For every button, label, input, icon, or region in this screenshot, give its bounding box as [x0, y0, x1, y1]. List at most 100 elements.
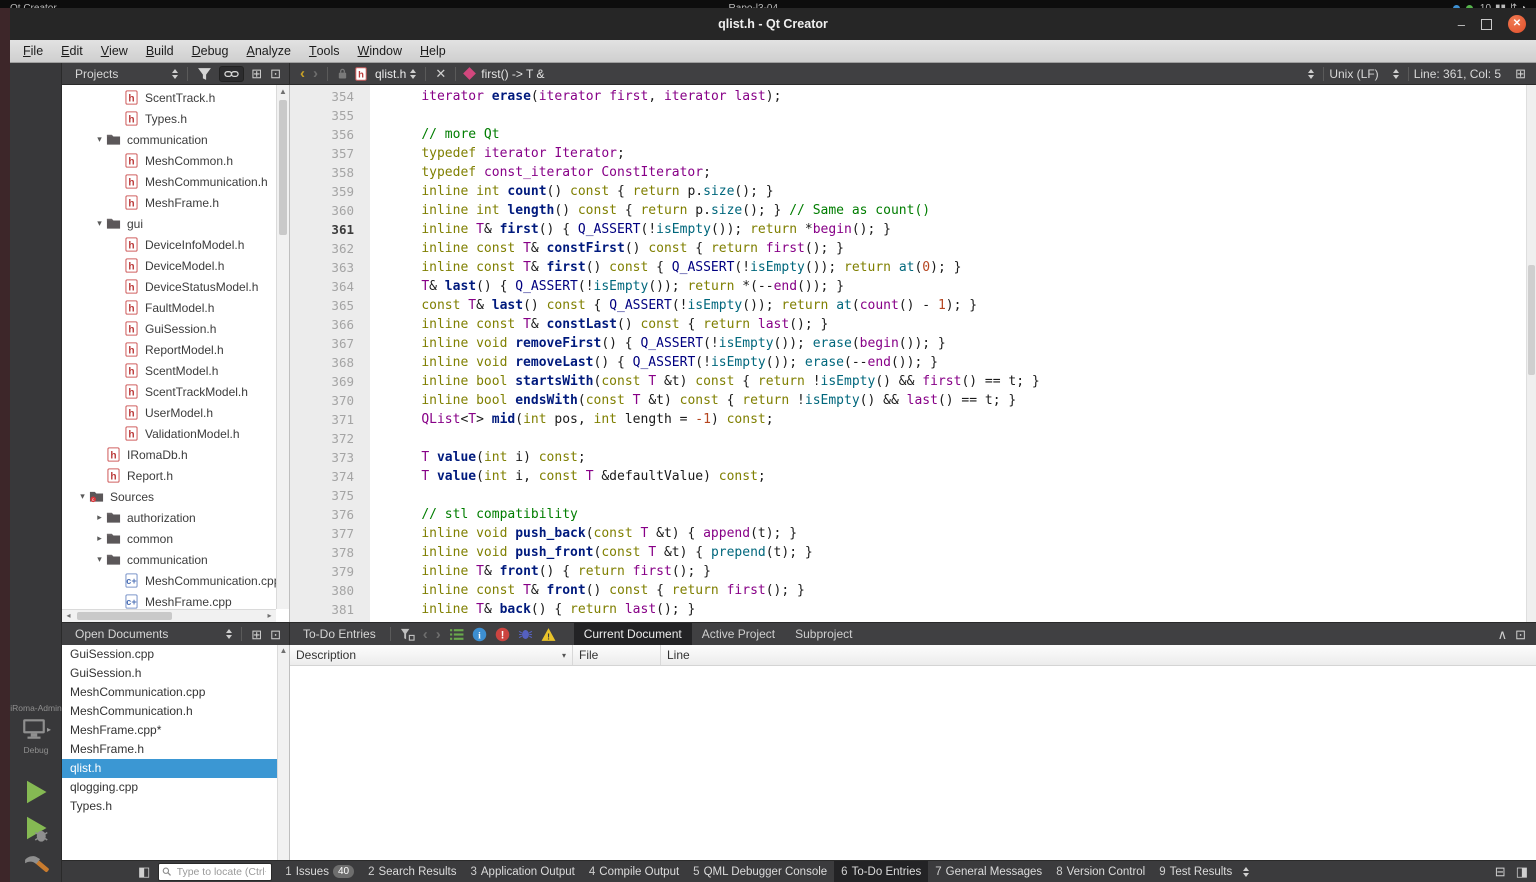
- code-text-area[interactable]: iterator erase(iterator first, iterator …: [370, 85, 1526, 622]
- line-number[interactable]: 381: [290, 600, 370, 619]
- tree-item[interactable]: ▾gui: [62, 213, 276, 234]
- code-line[interactable]: inline void push_front(const T &t) { pre…: [390, 543, 1526, 562]
- minimize-button[interactable]: –: [1458, 18, 1465, 31]
- todo-tab-current-document[interactable]: Current Document: [574, 623, 692, 645]
- code-line[interactable]: const T& last() const { Q_ASSERT(!isEmpt…: [390, 296, 1526, 315]
- tree-item[interactable]: ▾Sources: [62, 486, 276, 507]
- open-docs-close-icon[interactable]: ⊡: [270, 628, 281, 641]
- code-line[interactable]: inline int length() const { return p.siz…: [390, 201, 1526, 220]
- line-number[interactable]: 366: [290, 315, 370, 334]
- tree-item[interactable]: MeshFrame.h: [62, 192, 276, 213]
- toggle-bottom-panel-icon[interactable]: ⊟: [1495, 864, 1506, 880]
- tree-item[interactable]: ScentTrackModel.h: [62, 381, 276, 402]
- tree-item[interactable]: DeviceModel.h: [62, 255, 276, 276]
- todo-list-icon[interactable]: [449, 627, 464, 642]
- output-pane-application-output[interactable]: 3Application Output: [463, 861, 581, 882]
- cursor-position[interactable]: Line: 361, Col: 5: [1414, 67, 1501, 81]
- code-line[interactable]: inline T& front() { return first(); }: [390, 562, 1526, 581]
- output-pane-compile-output[interactable]: 4Compile Output: [582, 861, 686, 882]
- line-number[interactable]: 356: [290, 125, 370, 144]
- debug-run-button[interactable]: [21, 813, 51, 843]
- code-line[interactable]: inline void removeLast() { Q_ASSERT(!isE…: [390, 353, 1526, 372]
- column-file[interactable]: File: [573, 645, 661, 665]
- code-line[interactable]: inline int count() const { return p.size…: [390, 182, 1526, 201]
- close-document-icon[interactable]: ✕: [435, 67, 446, 80]
- scroll-right-icon[interactable]: ▸: [263, 610, 276, 622]
- build-button[interactable]: [21, 851, 51, 881]
- line-number[interactable]: 370: [290, 391, 370, 410]
- tree-item[interactable]: DeviceStatusModel.h: [62, 276, 276, 297]
- code-line[interactable]: // more Qt: [390, 125, 1526, 144]
- kit-selector-button[interactable]: ▸: [10, 717, 62, 741]
- line-number[interactable]: 365: [290, 296, 370, 315]
- tree-vertical-scrollbar[interactable]: ▲: [276, 85, 289, 609]
- line-number[interactable]: 359: [290, 182, 370, 201]
- menu-file[interactable]: File: [14, 40, 52, 62]
- tree-item[interactable]: ▾communication: [62, 129, 276, 150]
- line-number[interactable]: 378: [290, 543, 370, 562]
- tree-item[interactable]: ReportModel.h: [62, 339, 276, 360]
- open-document-row[interactable]: qlist.h: [62, 759, 289, 778]
- close-button[interactable]: ✕: [1508, 15, 1526, 33]
- tree-item[interactable]: DeviceInfoModel.h: [62, 234, 276, 255]
- code-line[interactable]: T value(int i, const T &defaultValue) co…: [390, 467, 1526, 486]
- menu-build[interactable]: Build: [137, 40, 183, 62]
- menu-debug[interactable]: Debug: [183, 40, 238, 62]
- tree-item[interactable]: Report.h: [62, 465, 276, 486]
- run-button[interactable]: [21, 777, 51, 807]
- tree-item[interactable]: ScentModel.h: [62, 360, 276, 381]
- todo-prev-icon[interactable]: ‹: [423, 627, 428, 642]
- code-line[interactable]: inline void removeFirst() { Q_ASSERT(!is…: [390, 334, 1526, 353]
- line-number[interactable]: 357: [290, 144, 370, 163]
- bug-filter-icon[interactable]: [518, 627, 533, 642]
- line-number[interactable]: 362: [290, 239, 370, 258]
- tree-item[interactable]: ▸authorization: [62, 507, 276, 528]
- go-forward-icon[interactable]: ›: [313, 66, 318, 81]
- line-number[interactable]: 374: [290, 467, 370, 486]
- code-line[interactable]: T value(int i) const;: [390, 448, 1526, 467]
- tree-item[interactable]: ScentTrack.h: [62, 87, 276, 108]
- output-pane-search-results[interactable]: 2Search Results: [361, 861, 463, 882]
- panel-selector-combo-icon[interactable]: [172, 69, 178, 79]
- sort-filter-icon[interactable]: [400, 627, 415, 642]
- expand-arrow-icon[interactable]: ▾: [76, 491, 89, 502]
- code-line[interactable]: inline const T& constLast() const { retu…: [390, 315, 1526, 334]
- line-number-gutter[interactable]: 3543553563573583593603613623633643653663…: [290, 85, 370, 622]
- tree-scrollbar-thumb[interactable]: [279, 100, 287, 235]
- open-docs-split-icon[interactable]: ⊞: [251, 628, 262, 641]
- line-number[interactable]: 364: [290, 277, 370, 296]
- locator-input[interactable]: [175, 865, 269, 879]
- line-number[interactable]: 375: [290, 486, 370, 505]
- expand-arrow-icon[interactable]: ▾: [93, 554, 106, 565]
- error-filter-icon[interactable]: [495, 627, 510, 642]
- output-pane-to-do-entries[interactable]: 6To-Do Entries: [834, 861, 928, 882]
- split-panel-icon[interactable]: ⊞: [251, 67, 262, 80]
- todo-tab-subproject[interactable]: Subproject: [785, 623, 862, 645]
- open-document-row[interactable]: MeshCommunication.h: [62, 702, 289, 721]
- line-number[interactable]: 361: [290, 220, 370, 239]
- tree-hscrollbar-thumb[interactable]: [77, 612, 172, 620]
- tree-item[interactable]: MeshCommon.h: [62, 150, 276, 171]
- open-docs-combo-icon[interactable]: [226, 629, 232, 639]
- tree-item[interactable]: IRomaDb.h: [62, 444, 276, 465]
- close-todo-panel-icon[interactable]: ⊡: [1515, 628, 1526, 641]
- open-document-row[interactable]: qlogging.cpp: [62, 778, 289, 797]
- tree-item[interactable]: ▾communication: [62, 549, 276, 570]
- expand-arrow-icon[interactable]: ▸: [93, 512, 106, 523]
- toggle-right-sidebar-icon[interactable]: ◨: [1516, 864, 1528, 880]
- encoding-combo-icon[interactable]: [1308, 69, 1314, 79]
- scroll-up-icon[interactable]: ▲: [277, 85, 289, 98]
- code-line[interactable]: inline bool startsWith(const T &t) const…: [390, 372, 1526, 391]
- line-number[interactable]: 368: [290, 353, 370, 372]
- tree-item[interactable]: Types.h: [62, 108, 276, 129]
- tree-item[interactable]: ▸common: [62, 528, 276, 549]
- tree-item[interactable]: MeshCommunication.h: [62, 171, 276, 192]
- cursor-combo-icon[interactable]: [1393, 69, 1399, 79]
- output-pane-version-control[interactable]: 8Version Control: [1049, 861, 1152, 882]
- line-number[interactable]: 371: [290, 410, 370, 429]
- document-dropdown-icon[interactable]: [410, 69, 416, 79]
- line-number[interactable]: 373: [290, 448, 370, 467]
- go-back-icon[interactable]: ‹: [300, 66, 305, 81]
- info-filter-icon[interactable]: [472, 627, 487, 642]
- line-number[interactable]: 372: [290, 429, 370, 448]
